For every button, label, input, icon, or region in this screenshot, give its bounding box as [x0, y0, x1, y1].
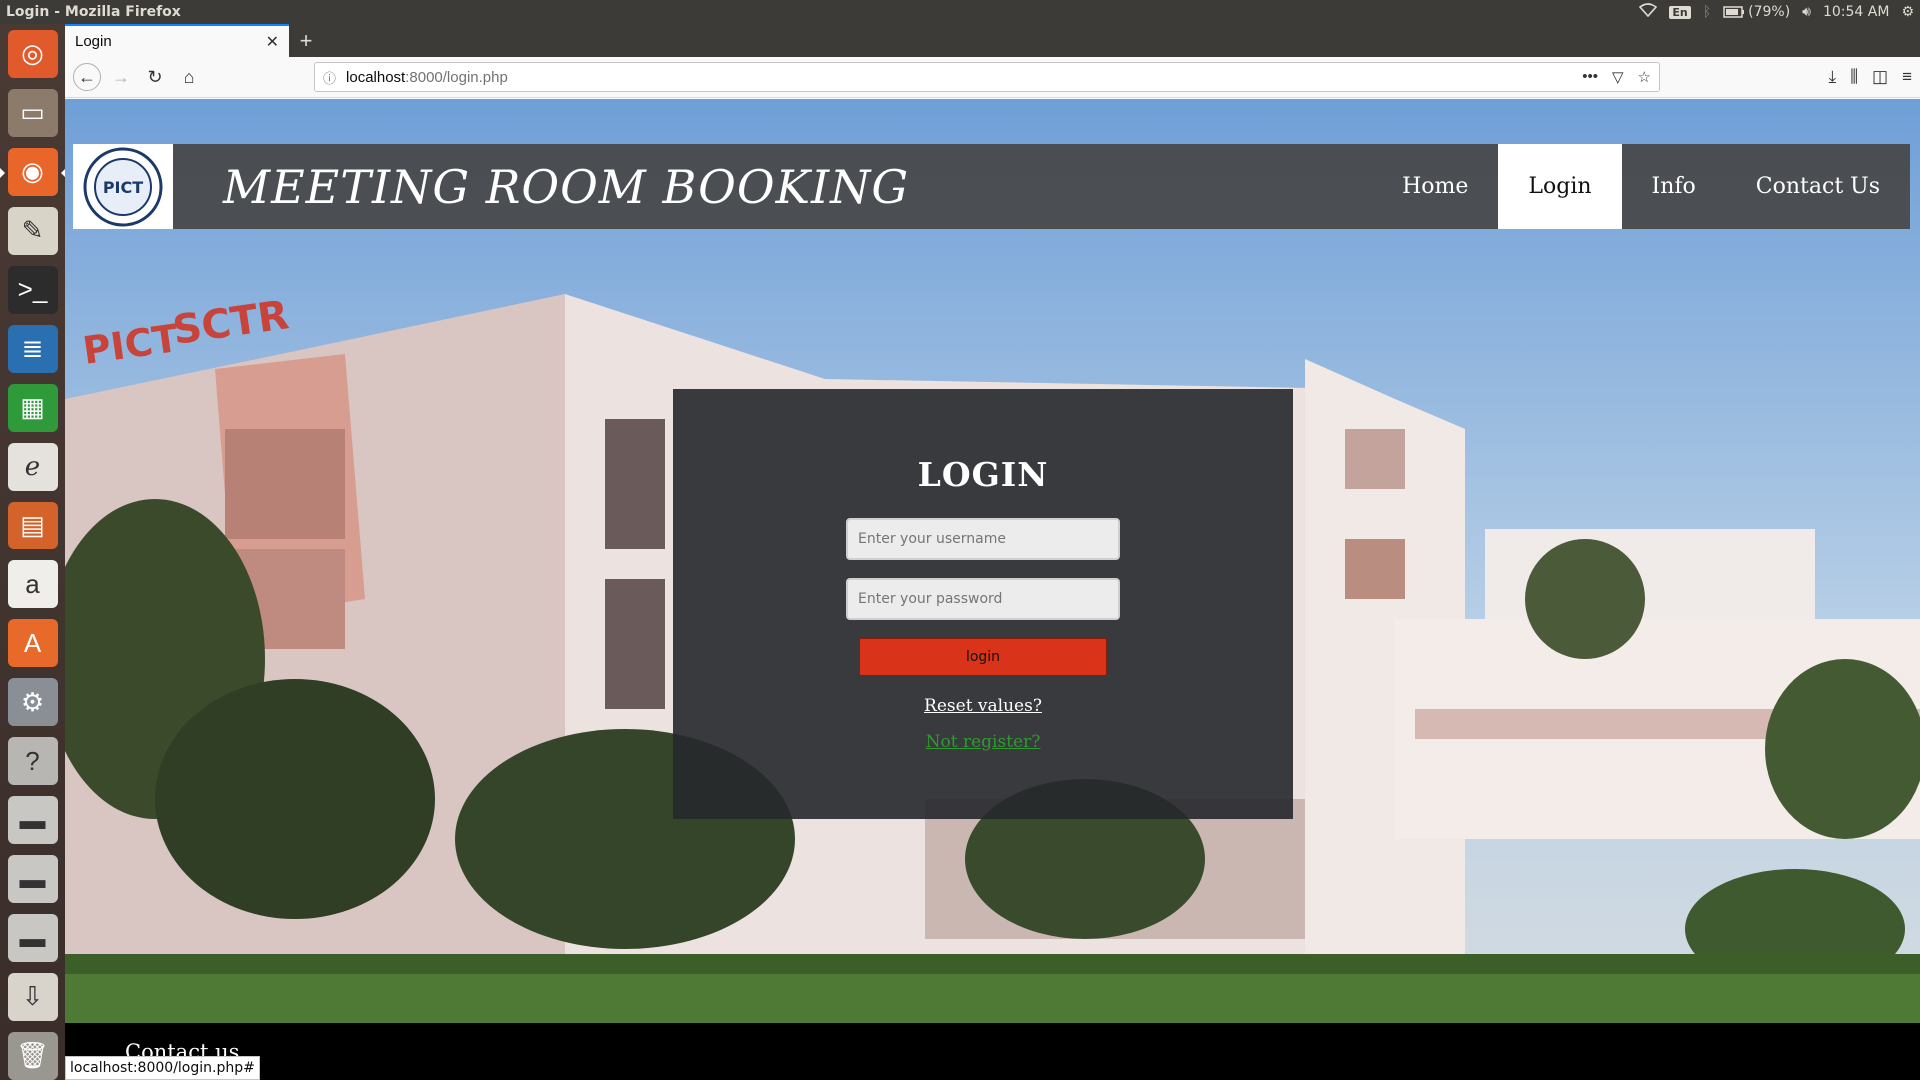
main-menu: Home Login Info Contact Us — [1372, 144, 1910, 229]
menu-item-login[interactable]: Login — [1498, 144, 1622, 229]
files-icon[interactable]: ▭ — [7, 88, 58, 137]
document-viewer-icon[interactable]: ℯ — [7, 442, 58, 491]
tab-strip: Login ✕ + — [65, 24, 1920, 57]
installer-icon[interactable]: ⇩ — [7, 973, 58, 1021]
firefox-icon[interactable]: ◉ — [0, 147, 66, 196]
username-input[interactable] — [846, 518, 1120, 560]
system-settings-icon[interactable]: ⚙ — [7, 678, 58, 727]
college-logo[interactable]: PICT — [73, 144, 173, 229]
software-center-icon[interactable]: A — [7, 619, 58, 668]
downloads-icon[interactable]: ⤓ — [1829, 67, 1837, 87]
top-panel: Login - Mozilla Firefox En ᛒ (79%) 🔊︎ 10… — [0, 0, 1920, 24]
logo-text: PICT — [103, 178, 143, 197]
site-info-icon[interactable]: ⓘ — [323, 68, 336, 87]
impress-icon[interactable]: ▤ — [7, 501, 58, 550]
menu-item-info[interactable]: Info — [1622, 144, 1726, 229]
browser-tab[interactable]: Login ✕ — [65, 24, 289, 57]
tab-title: Login — [75, 33, 112, 50]
trash-icon[interactable]: 🗑 — [7, 1031, 58, 1080]
site-footer: Contact us — [65, 1023, 1920, 1080]
url-host: localhost — [346, 68, 406, 86]
url-path: :8000/login.php — [405, 68, 508, 86]
pict-logo-icon: PICT — [83, 147, 163, 226]
site-title: MEETING ROOM BOOKING — [223, 159, 910, 214]
menu-item-contact-us[interactable]: Contact Us — [1726, 144, 1910, 229]
drive-icon[interactable]: ▬ — [7, 796, 58, 845]
back-button[interactable]: ← — [73, 63, 101, 91]
password-input[interactable] — [846, 578, 1120, 620]
bookmark-star-icon[interactable]: ☆ — [1638, 68, 1651, 86]
home-button[interactable]: ⌂ — [175, 63, 203, 91]
help-icon[interactable]: ? — [7, 737, 58, 786]
link-status-tooltip: localhost:8000/login.php# — [65, 1056, 260, 1080]
drive-icon[interactable]: ▬ — [7, 855, 58, 904]
hamburger-menu-icon[interactable]: ≡ — [1902, 67, 1912, 87]
page-actions: ••• ▽ ☆ — [1582, 68, 1651, 86]
url-bar[interactable]: ⓘ localhost:8000/login.php ••• ▽ ☆ — [314, 62, 1660, 92]
ubuntu-dash-icon[interactable]: ◎ — [7, 30, 58, 78]
terminal-icon[interactable]: >_ — [7, 265, 58, 314]
launcher: ◎ ▭ ◉ ✎ >_ ≣ ▦ ℯ ▤ a A ⚙? ▬ ▬ ▬ ⇩ 🗑 — [0, 24, 66, 1080]
amazon-icon[interactable]: a — [7, 560, 58, 609]
window-title: Login - Mozilla Firefox — [6, 4, 181, 20]
page-viewport: PICT SCTR PICT MEETING ROOM BOOKING Home… — [65, 99, 1920, 1080]
login-panel: LOGIN login Reset values? Not register? — [673, 389, 1293, 819]
calc-icon[interactable]: ▦ — [7, 383, 58, 432]
close-tab-icon[interactable]: ✕ — [266, 32, 279, 52]
new-tab-button[interactable]: + — [289, 24, 323, 57]
drive-icon[interactable]: ▬ — [7, 914, 58, 962]
writer-icon[interactable]: ≣ — [7, 324, 58, 373]
toolbar-right: ⤓ ⫼ ◫ ≡ — [1829, 62, 1912, 92]
login-button[interactable]: login — [859, 638, 1107, 676]
reload-button[interactable]: ↻ — [141, 63, 169, 91]
system-tray: En ᛒ (79%) 🔊︎ 10:54 AM ⚙ — [1639, 3, 1914, 21]
settings-gear-icon[interactable]: ⚙ — [1901, 4, 1914, 20]
bluetooth-icon[interactable]: ᛒ — [1703, 4, 1711, 20]
browser-window: Login ✕ + ← → ↻ ⌂ ⓘ localhost:8000/login… — [65, 24, 1920, 1080]
site-header: PICT MEETING ROOM BOOKING Home Login Inf… — [73, 144, 1910, 229]
pocket-icon[interactable]: ▽ — [1612, 68, 1624, 86]
keyboard-layout-indicator[interactable]: En — [1669, 5, 1691, 19]
clock[interactable]: 10:54 AM — [1823, 4, 1889, 20]
battery-indicator[interactable]: (79%) — [1723, 4, 1790, 20]
volume-icon[interactable]: 🔊︎ — [1802, 4, 1811, 20]
wifi-icon[interactable] — [1639, 3, 1658, 21]
reset-values-link[interactable]: Reset values? — [924, 696, 1042, 716]
text-editor-icon[interactable]: ✎ — [7, 206, 58, 255]
forward-button[interactable]: → — [107, 63, 135, 91]
register-link[interactable]: Not register? — [926, 732, 1041, 752]
battery-icon — [1723, 6, 1745, 18]
page-actions-menu-icon[interactable]: ••• — [1582, 68, 1598, 86]
menu-item-home[interactable]: Home — [1372, 144, 1498, 229]
sidebar-icon[interactable]: ◫ — [1872, 67, 1888, 87]
battery-percent: (79%) — [1748, 4, 1791, 20]
library-icon[interactable]: ⫼ — [1850, 67, 1858, 87]
login-heading: LOGIN — [917, 455, 1049, 494]
